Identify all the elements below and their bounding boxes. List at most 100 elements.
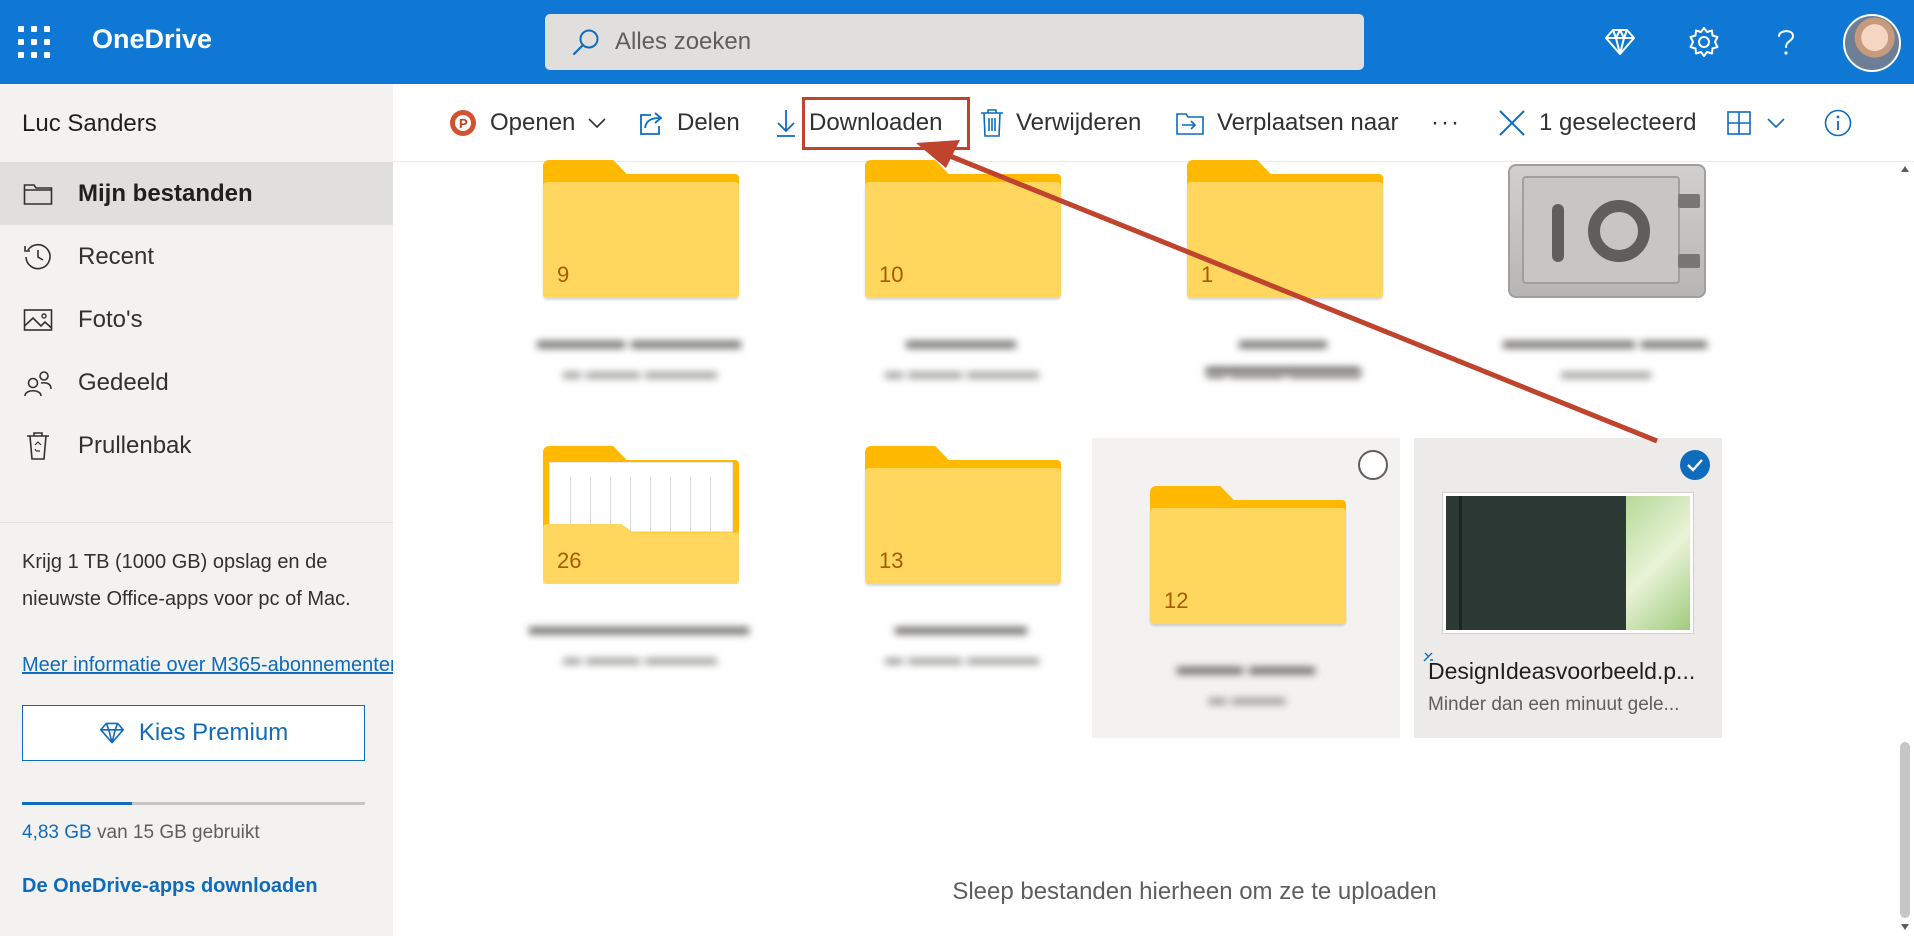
folder-item-count: 9 [557, 262, 570, 287]
scroll-up-icon[interactable] [1901, 166, 1909, 172]
app-title[interactable]: OneDrive [92, 24, 212, 55]
folder-tile[interactable]: 9 ▬▬▬▬ ▬▬▬▬▬ ▬ ▬▬▬ ▬▬▬▬ [485, 152, 793, 452]
premium-diamond-icon[interactable] [1600, 22, 1640, 62]
folder-tile[interactable]: 13 ▬▬▬▬▬▬ ▬ ▬▬▬ ▬▬▬▬ [807, 438, 1115, 738]
move-to-button[interactable]: Verplaatsen naar [1175, 84, 1398, 162]
diamond-icon [99, 722, 124, 744]
sidebar-item-my-files[interactable]: Mijn bestanden [0, 162, 393, 225]
sidebar-item-label: Mijn bestanden [78, 179, 253, 207]
close-icon [1497, 108, 1527, 138]
storage-used[interactable]: 4,83 GB [22, 822, 92, 843]
recycle-bin-icon [20, 431, 56, 461]
folder-name-redacted: ▬▬▬ ▬▬▬ [1176, 654, 1316, 679]
search-icon [572, 29, 599, 56]
storage-progress-bar [22, 802, 365, 805]
folder-tile[interactable]: 12 ▬▬▬ ▬▬▬ ▬ ▬▬▬ [1092, 438, 1400, 738]
trash-icon [980, 108, 1004, 138]
vault-meta-redacted: ▬▬▬▬▬ [1561, 362, 1651, 382]
app-launcher-icon[interactable] [18, 26, 52, 58]
open-button[interactable]: P Openen [448, 84, 607, 162]
file-modified: Minder dan een minuut gele... [1428, 694, 1680, 715]
powerpoint-icon: P [448, 108, 478, 138]
folder-icon [20, 179, 56, 209]
divider [0, 522, 393, 523]
share-icon [637, 110, 665, 136]
folder-name-redacted: ▬▬▬▬▬▬▬▬▬▬ [529, 614, 749, 639]
move-icon [1175, 110, 1205, 136]
choose-premium-button[interactable]: Kies Premium [22, 705, 365, 761]
scrollbar[interactable] [1896, 162, 1914, 936]
grid-view-icon [1726, 110, 1752, 136]
folder-icon: 12 [1150, 486, 1346, 626]
clear-selection-button[interactable]: 1 geselecteerd [1497, 84, 1696, 162]
more-options-button[interactable]: ··· [1431, 84, 1461, 162]
sidebar-item-label: Recent [78, 242, 155, 270]
scroll-down-icon[interactable] [1901, 924, 1909, 930]
photo-icon [20, 305, 56, 335]
command-bar: P Openen Delen Downloaden Verwijderen Ve… [393, 84, 1914, 162]
m365-info-link[interactable]: Meer informatie over M365-abonnementen [22, 654, 393, 677]
folder-meta-redacted: ▬ ▬▬▬ ▬▬▬▬ [562, 648, 717, 668]
file-name[interactable]: DesignIdeasvoorbeeld.p... [1428, 658, 1695, 685]
chevron-down-icon [1766, 117, 1786, 129]
premium-button-label: Kies Premium [138, 719, 289, 746]
sidebar-item-label: Gedeeld [78, 368, 169, 396]
share-button[interactable]: Delen [637, 84, 740, 162]
download-button-label: Downloaden [809, 109, 943, 136]
personal-vault-tile[interactable]: ▬▬▬▬▬▬ ▬▬▬ ▬▬▬▬▬ [1451, 152, 1759, 452]
folder-item-count: 10 [879, 262, 904, 287]
view-switcher-button[interactable] [1726, 84, 1786, 162]
folder-name-redacted: ▬▬▬▬ ▬▬▬▬▬▬▬ [1206, 328, 1360, 379]
storage-progress-fill [22, 802, 133, 805]
sidebar-item-recent[interactable]: Recent [0, 225, 393, 288]
history-icon [20, 242, 56, 272]
svg-text:P: P [459, 116, 468, 131]
folder-icon: 9 [543, 160, 739, 300]
folder-icon: 13 [865, 446, 1061, 586]
sidebar-item-label: Foto's [78, 305, 143, 333]
folder-meta-redacted: ▬ ▬▬▬ ▬▬▬▬ [884, 648, 1039, 668]
help-icon[interactable] [1766, 22, 1806, 62]
top-bar: OneDrive [0, 0, 1914, 84]
sidebar-item-photos[interactable]: Foto's [0, 288, 393, 351]
download-button[interactable]: Downloaden [775, 84, 942, 162]
delete-button-label: Verwijderen [1016, 109, 1142, 136]
folder-item-count: 13 [879, 548, 904, 573]
details-pane-button[interactable] [1823, 84, 1853, 162]
storage-promo-text: Krijg 1 TB (1000 GB) opslag en de nieuws… [22, 551, 351, 610]
download-icon [775, 108, 797, 138]
storage-usage-text[interactable]: 4,83 GB van 15 GB gebruikt [22, 822, 260, 844]
folder-meta-redacted: ▬ ▬▬▬ ▬▬▬▬ [1206, 362, 1361, 382]
sidebar-nav: Mijn bestanden Recent Foto's Gedeeld Pru… [0, 162, 393, 477]
folder-meta-redacted: ▬ ▬▬▬ [1208, 688, 1286, 708]
settings-gear-icon[interactable] [1684, 22, 1724, 62]
download-apps-link[interactable]: De OneDrive-apps downloaden [22, 875, 318, 898]
folder-tile[interactable]: 1 ▬▬▬▬ ▬▬▬▬▬▬▬ ▬ ▬▬▬ ▬▬▬▬ [1129, 152, 1437, 452]
share-button-label: Delen [677, 109, 740, 136]
people-icon [20, 368, 56, 398]
search-box[interactable] [545, 14, 1364, 70]
avatar[interactable] [1843, 14, 1901, 72]
folder-meta-redacted: ▬ ▬▬▬ ▬▬▬▬ [562, 362, 717, 382]
drop-hint: Sleep bestanden hierheen om ze te upload… [952, 878, 1437, 905]
personal-vault-icon [1508, 164, 1706, 298]
file-thumbnail [1442, 492, 1694, 634]
selected-check-icon[interactable] [1680, 450, 1710, 480]
folder-name-redacted: ▬▬▬▬▬▬ [895, 614, 1027, 639]
select-checkbox[interactable] [1358, 450, 1388, 480]
selection-count: 1 geselecteerd [1539, 109, 1697, 136]
delete-button[interactable]: Verwijderen [980, 84, 1141, 162]
folder-tile[interactable]: 10 ▬▬▬▬▬ ▬ ▬▬▬ ▬▬▬▬ [807, 152, 1115, 452]
scrollbar-thumb[interactable] [1900, 742, 1910, 918]
folder-icon: 1 [1187, 160, 1383, 300]
search-input[interactable] [615, 28, 1315, 56]
sidebar-item-recycle-bin[interactable]: Prullenbak [0, 414, 393, 477]
folder-meta-redacted: ▬ ▬▬▬ ▬▬▬▬ [884, 362, 1039, 382]
folder-item-count: 12 [1164, 588, 1189, 613]
folder-item-count: 26 [557, 548, 582, 573]
folder-tile[interactable]: 26 ▬▬▬▬▬▬▬▬▬▬ ▬ ▬▬▬ ▬▬▬▬ [485, 438, 793, 738]
move-to-button-label: Verplaatsen naar [1217, 109, 1399, 136]
sidebar-item-shared[interactable]: Gedeeld [0, 351, 393, 414]
file-tile-selected[interactable]: DesignIdeasvoorbeeld.p... Minder dan een… [1414, 438, 1722, 738]
info-icon [1823, 108, 1853, 138]
